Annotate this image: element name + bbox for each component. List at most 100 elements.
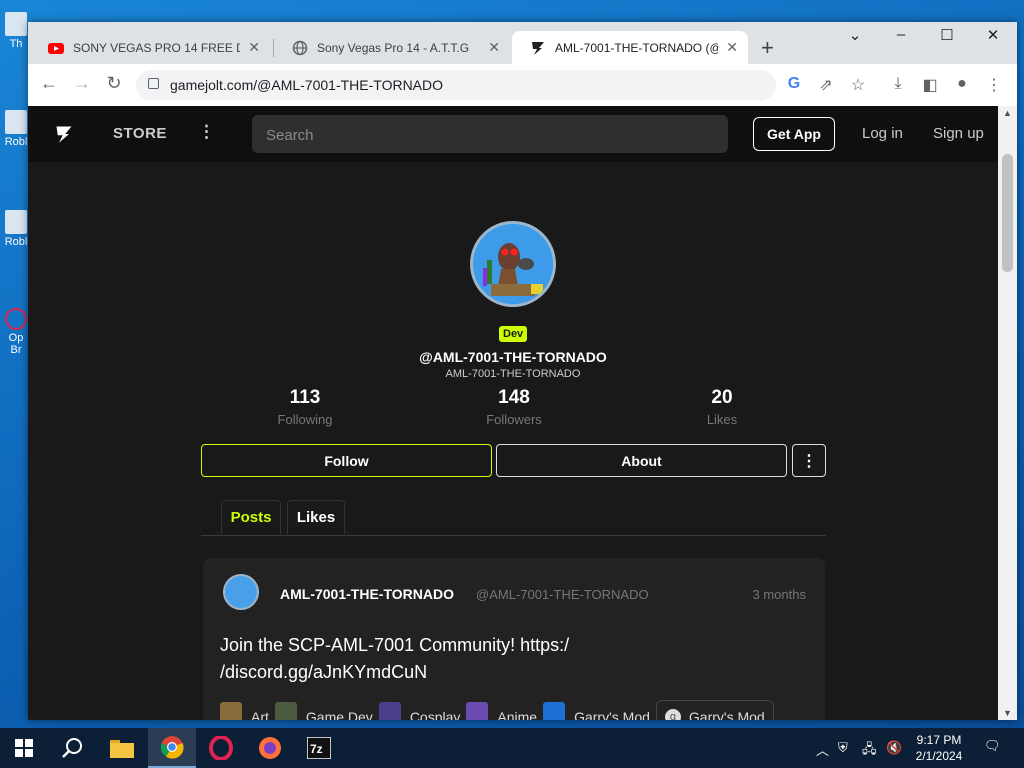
community-chip-anime[interactable]: Anime <box>466 700 537 720</box>
bookmark-star-icon[interactable]: ☆ <box>847 75 869 95</box>
more-menu-icon[interactable]: ⋮ <box>198 122 215 142</box>
share-icon[interactable]: ⇗ <box>815 75 837 95</box>
post-author-name[interactable]: AML-7001-THE-TORNADO <box>280 586 454 602</box>
lock-icon <box>148 78 159 89</box>
post-text: Join the SCP-AML-7001 Community! https:/… <box>220 635 570 682</box>
close-tab-icon[interactable]: ✕ <box>726 39 738 56</box>
search-icon <box>62 738 82 758</box>
taskbar-clock[interactable]: 9:17 PM 2/1/2024 <box>908 732 970 764</box>
forward-button[interactable]: → <box>69 73 95 94</box>
tab-strip: SONY VEGAS PRO 14 FREE DOW ✕ Sony Vegas … <box>28 22 1017 64</box>
post-author-handle: @AML-7001-THE-TORNADO <box>476 587 649 602</box>
profile-display-name: AML-7001-THE-TORNADO <box>445 368 581 380</box>
windows-icon <box>15 739 33 757</box>
browser-window: SONY VEGAS PRO 14 FREE DOW ✕ Sony Vegas … <box>28 22 1017 720</box>
get-app-button[interactable]: Get App <box>753 117 835 151</box>
gamejolt-icon <box>532 41 544 55</box>
chrome-icon <box>160 736 184 759</box>
file-explorer-button[interactable] <box>98 728 146 768</box>
tab-search-chevron-icon[interactable]: ⌄ <box>835 26 875 44</box>
community-chip-cosplay[interactable]: Cosplay <box>378 700 460 720</box>
scroll-up-icon[interactable]: ▲ <box>1003 108 1012 118</box>
tab-sony-vegas[interactable]: Sony Vegas Pro 14 - A.T.T.G ✕ <box>274 31 510 64</box>
close-tab-icon[interactable]: ✕ <box>248 39 260 56</box>
side-panel-icon[interactable]: ◧ <box>919 75 941 95</box>
stat-following[interactable]: 113 Following <box>245 387 365 427</box>
tab-gamejolt[interactable]: AML-7001-THE-TORNADO (@A ✕ <box>512 31 748 64</box>
anime-community-icon <box>466 701 489 720</box>
close-tab-icon[interactable]: ✕ <box>488 39 500 56</box>
store-link[interactable]: STORE <box>113 125 167 142</box>
taskbar: 7z ︿ ⛨ 🖧 🔇 9:17 PM 2/1/2024 🗨 <box>0 728 1024 768</box>
browser-toolbar: ← → ↻ gamejolt.com/@AML-7001-THE-TORNADO… <box>28 64 1017 107</box>
svg-text:7z: 7z <box>310 742 323 756</box>
chrome-taskbar-button[interactable] <box>148 728 196 768</box>
game-dev-community-icon <box>274 701 297 720</box>
volume-muted-icon[interactable]: 🔇 <box>886 740 902 756</box>
stat-likes[interactable]: 20 Likes <box>662 387 782 427</box>
profile-icon[interactable]: ● <box>951 75 973 93</box>
garrys-mod-community-icon <box>543 701 566 720</box>
garrys-mod-logo-icon: g <box>664 708 681 720</box>
community-chip-game-dev[interactable]: Game Dev <box>274 700 373 720</box>
new-tab-button[interactable]: + <box>761 35 774 61</box>
profile-more-icon[interactable]: ⋮ <box>792 444 826 477</box>
address-bar[interactable]: gamejolt.com/@AML-7001-THE-TORNADO <box>136 70 776 100</box>
community-chip-art[interactable]: Art <box>220 700 269 720</box>
about-button[interactable]: About <box>496 444 787 477</box>
art-community-icon <box>220 701 242 720</box>
desktop-icon-roblox-2[interactable]: Robl <box>2 210 30 248</box>
profile-avatar[interactable] <box>470 221 556 307</box>
network-icon[interactable]: 🖧 <box>862 740 877 762</box>
notifications-icon[interactable]: 🗨 <box>984 738 1001 754</box>
7zip-taskbar-button[interactable]: 7z <box>295 728 343 768</box>
follow-button[interactable]: Follow <box>201 444 492 477</box>
close-window-button[interactable]: ✕ <box>973 26 1013 44</box>
opera-icon <box>209 736 233 760</box>
cosplay-community-icon <box>378 701 401 720</box>
community-chip-garrys-mod-2[interactable]: g Garry's Mod <box>655 700 774 720</box>
gamejolt-logo-icon[interactable] <box>54 124 74 149</box>
show-hidden-icons-chevron-icon[interactable]: ︿ <box>816 740 829 759</box>
post-card[interactable]: AML-7001-THE-TORNADO @AML-7001-THE-TORNA… <box>203 558 825 720</box>
desktop-icon-this-pc[interactable]: Th <box>2 12 30 50</box>
tab-youtube[interactable]: SONY VEGAS PRO 14 FREE DOW ✕ <box>30 31 270 64</box>
scrollbar-thumb[interactable] <box>1002 154 1013 272</box>
firefox-taskbar-button[interactable] <box>246 728 294 768</box>
profile-username: @AML-7001-THE-TORNADO <box>419 349 607 365</box>
start-button[interactable] <box>0 728 48 768</box>
tab-posts[interactable]: Posts <box>221 500 281 534</box>
site-header: STORE ⋮ Get App Log in Sign up <box>28 106 998 162</box>
maximize-button[interactable]: ☐ <box>927 26 967 44</box>
firefox-icon <box>259 737 281 759</box>
log-in-link[interactable]: Log in <box>862 125 903 142</box>
menu-kebab-icon[interactable]: ⋮ <box>983 75 1005 95</box>
reload-button[interactable]: ↻ <box>101 73 127 94</box>
search-box <box>252 115 728 153</box>
url-text: gamejolt.com/@AML-7001-THE-TORNADO <box>170 77 444 93</box>
youtube-icon <box>48 42 64 54</box>
tab-divider <box>201 535 826 536</box>
page-scrollbar[interactable]: ▲ ▼ <box>998 106 1017 720</box>
dev-badge: Dev <box>499 326 528 342</box>
desktop-icon-roblox-1[interactable]: Robl <box>2 110 30 148</box>
gamejolt-page: STORE ⋮ Get App Log in Sign up <box>28 106 998 720</box>
tab-likes[interactable]: Likes <box>287 500 345 534</box>
search-taskbar-button[interactable] <box>48 728 96 768</box>
security-icon[interactable]: ⛨ <box>838 740 848 756</box>
google-icon[interactable]: G <box>783 75 805 93</box>
sign-up-link[interactable]: Sign up <box>933 125 984 142</box>
back-button[interactable]: ← <box>36 73 62 94</box>
desktop-icon-opera[interactable]: Op Br <box>2 308 30 356</box>
stat-followers[interactable]: 148 Followers <box>454 387 574 427</box>
opera-taskbar-button[interactable] <box>197 728 245 768</box>
globe-icon <box>292 40 308 55</box>
community-chip-garrys-mod[interactable]: Garry's Mod <box>543 700 650 720</box>
7zip-icon: 7z <box>307 737 331 759</box>
post-link[interactable]: /discord.gg/aJnKYmdCuN <box>220 662 427 682</box>
search-input[interactable] <box>264 126 708 145</box>
scroll-down-icon[interactable]: ▼ <box>1003 708 1012 718</box>
post-author-avatar[interactable] <box>223 574 259 610</box>
download-icon[interactable]: ⤓ <box>887 75 909 93</box>
minimize-button[interactable]: – <box>881 26 921 43</box>
